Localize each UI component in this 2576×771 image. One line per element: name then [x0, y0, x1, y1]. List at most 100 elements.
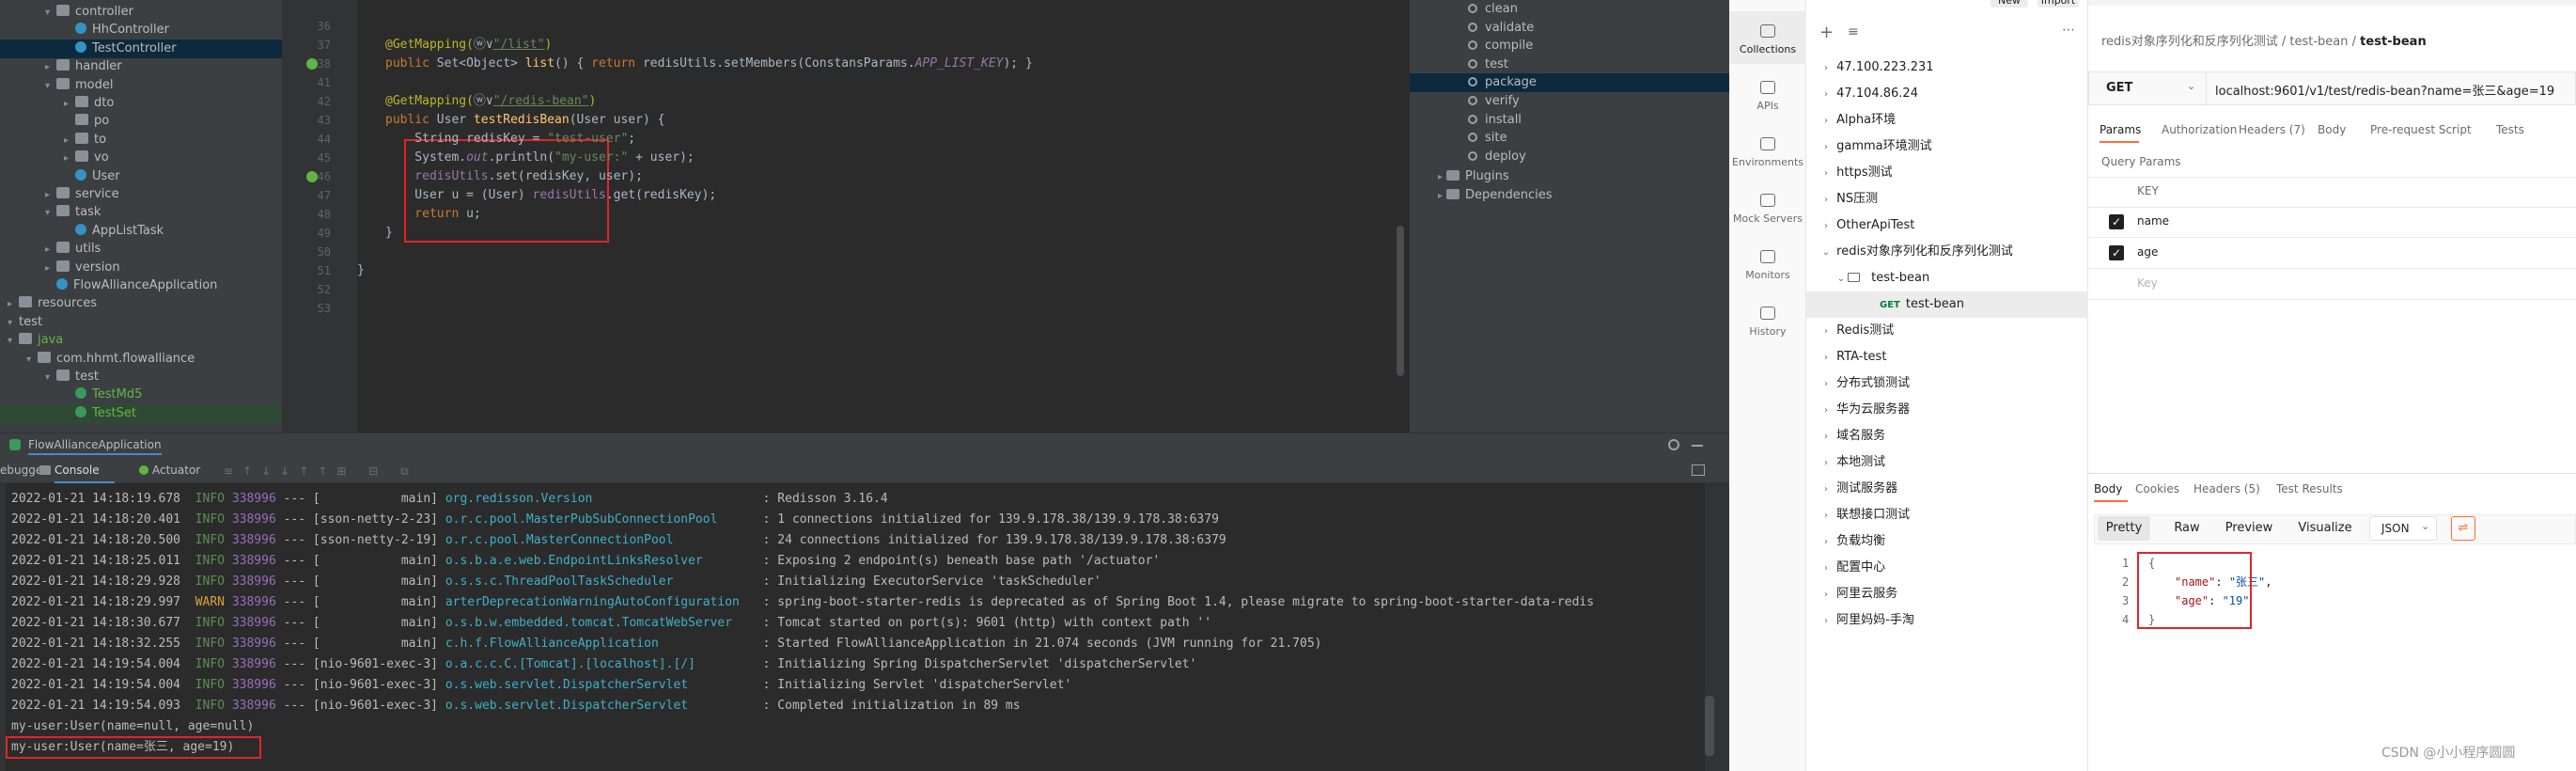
- param-key-placeholder[interactable]: Key: [2137, 276, 2158, 290]
- tree-item[interactable]: FlowAllianceApplication: [0, 276, 282, 295]
- tree-item[interactable]: ▾ model: [0, 76, 282, 95]
- maven-goal-validate[interactable]: validate: [1410, 19, 1729, 38]
- param-age-checkbox[interactable]: ✓: [2109, 245, 2124, 260]
- chevron-icon[interactable]: ▾: [8, 332, 19, 351]
- tree-item[interactable]: ▸ dto: [0, 94, 282, 113]
- response-view-visualize[interactable]: Visualize: [2289, 516, 2361, 541]
- collection-item[interactable]: › OtherApiTest: [1806, 212, 2088, 239]
- collection-item[interactable]: › 测试服务器: [1806, 476, 2088, 502]
- chevron-right-icon[interactable]: ›: [1819, 529, 1833, 556]
- gear-icon[interactable]: [1668, 439, 1679, 450]
- chevron-icon[interactable]: ▸: [45, 58, 56, 77]
- maven-goal-verify[interactable]: verify: [1410, 92, 1729, 111]
- collection-item[interactable]: GET test-bean: [1806, 291, 2088, 318]
- tab-actuator[interactable]: Actuator: [152, 457, 218, 483]
- tree-item[interactable]: ▸ resources: [0, 294, 282, 313]
- maven-goal-install[interactable]: install: [1410, 111, 1729, 130]
- chevron-right-icon[interactable]: ›: [1819, 582, 1833, 608]
- tree-item[interactable]: TestSet: [0, 403, 282, 423]
- tree-item[interactable]: ▾ test: [0, 313, 282, 332]
- chevron-right-icon[interactable]: ›: [1819, 345, 1833, 371]
- code-editor[interactable]: @GetMapping(ⓦ∨"/list") public Set<Object>…: [357, 0, 1410, 433]
- tree-item[interactable]: ▸ to: [0, 131, 282, 149]
- url-input[interactable]: localhost:9601/v1/test/redis-bean?name=张…: [2215, 81, 2554, 99]
- chevron-icon[interactable]: ▸: [64, 95, 75, 114]
- tree-item[interactable]: ▾ test: [0, 368, 282, 386]
- maven-goal-package[interactable]: package: [1410, 73, 1729, 93]
- sidebar-collections[interactable]: Collections: [1729, 11, 1806, 64]
- maven-goal-clean[interactable]: clean: [1410, 0, 1729, 19]
- chevron-right-icon[interactable]: ›: [1819, 213, 1833, 240]
- collection-item[interactable]: › NS压测: [1806, 186, 2088, 212]
- collection-item[interactable]: ⌄ redis对象序列化和反序列化测试: [1806, 239, 2088, 265]
- maven-goal-test[interactable]: test: [1410, 55, 1729, 74]
- collection-item[interactable]: › 域名服务: [1806, 423, 2088, 449]
- new-button[interactable]: New: [1991, 0, 2028, 8]
- chevron-down-icon[interactable]: ⌄: [2187, 80, 2195, 92]
- method-select[interactable]: GET: [2106, 81, 2132, 95]
- chevron-right-icon[interactable]: ›: [1819, 450, 1833, 477]
- chevron-right-icon[interactable]: ›: [1819, 503, 1833, 529]
- maven-goal-site[interactable]: site: [1410, 129, 1729, 148]
- tree-item[interactable]: ▾ com.hhmt.flowalliance: [0, 350, 282, 369]
- console-output[interactable]: 2022-01-21 14:18:19.678 INFO 338996 --- …: [0, 483, 1729, 771]
- chevron-icon[interactable]: ▾: [8, 314, 19, 333]
- layout-icon[interactable]: [1692, 464, 1705, 476]
- tree-item[interactable]: ▾ java: [0, 331, 282, 350]
- chevron-right-icon[interactable]: ›: [1819, 108, 1833, 134]
- breadcrumb-folder[interactable]: test-bean: [2289, 35, 2348, 49]
- maven-folder-dependencies[interactable]: ▸ Dependencies: [1410, 186, 1729, 205]
- maven-goal-deploy[interactable]: deploy: [1410, 148, 1729, 166]
- chevron-icon[interactable]: ▸: [45, 260, 56, 278]
- chevron-right-icon[interactable]: ›: [1819, 134, 1833, 161]
- chevron-right-icon[interactable]: ›: [1819, 187, 1833, 213]
- chevron-right-icon[interactable]: ›: [1819, 424, 1833, 450]
- collection-item[interactable]: › Redis测试: [1806, 318, 2088, 344]
- tree-item[interactable]: HhController: [0, 21, 282, 39]
- sidebar-apis[interactable]: APIs: [1729, 68, 1806, 120]
- response-tab-1[interactable]: Cookies: [2135, 482, 2179, 496]
- chevron-right-icon[interactable]: ›: [1819, 477, 1833, 503]
- collection-item[interactable]: › 配置中心: [1806, 555, 2088, 581]
- param-name-checkbox[interactable]: ✓: [2109, 214, 2124, 229]
- filter-icon[interactable]: ≡: [1848, 24, 1859, 39]
- response-tab-0[interactable]: Body: [2094, 482, 2122, 496]
- collection-item[interactable]: › 阿里云服务: [1806, 581, 2088, 607]
- response-view-raw[interactable]: Raw: [2163, 516, 2210, 541]
- run-gutter-icon[interactable]: [306, 58, 318, 70]
- add-icon[interactable]: +: [1819, 23, 1834, 42]
- format-select[interactable]: JSON ⌄: [2369, 516, 2437, 541]
- response-tab-3[interactable]: Test Results: [2276, 482, 2343, 496]
- run-app-name[interactable]: FlowAllianceApplication: [28, 438, 162, 455]
- more-icon[interactable]: ⋯: [2062, 23, 2075, 38]
- chevron-right-icon[interactable]: ›: [1819, 556, 1833, 582]
- request-tab-3[interactable]: Body: [2318, 123, 2346, 136]
- collection-item[interactable]: › https测试: [1806, 160, 2088, 186]
- tree-item[interactable]: ▸ vo: [0, 149, 282, 167]
- chevron-icon[interactable]: ▸: [64, 149, 75, 168]
- tree-item[interactable]: ▸ version: [0, 259, 282, 277]
- tree-item[interactable]: User: [0, 167, 282, 186]
- collection-item[interactable]: › 47.100.223.231: [1806, 55, 2088, 81]
- chevron-down-icon[interactable]: ⌄: [1834, 266, 1848, 292]
- response-tab-2[interactable]: Headers (5): [2194, 482, 2260, 496]
- tree-item[interactable]: ▸ utils: [0, 240, 282, 259]
- minimize-icon[interactable]: [1692, 445, 1703, 447]
- sidebar-history[interactable]: History: [1729, 293, 1806, 346]
- import-button[interactable]: Import: [2037, 0, 2079, 8]
- collection-item[interactable]: › 47.104.86.24: [1806, 81, 2088, 107]
- tree-item[interactable]: po: [0, 112, 282, 131]
- response-view-preview[interactable]: Preview: [2220, 516, 2278, 541]
- collection-item[interactable]: ⌄ test-bean: [1806, 265, 2088, 291]
- chevron-icon[interactable]: ▾: [45, 369, 56, 387]
- response-view-pretty[interactable]: Pretty: [2098, 516, 2150, 541]
- sidebar-monitors[interactable]: Monitors: [1729, 237, 1806, 290]
- chevron-right-icon[interactable]: ›: [1819, 608, 1833, 635]
- chevron-right-icon[interactable]: ›: [1819, 55, 1833, 82]
- breadcrumb-request[interactable]: test-bean: [2360, 35, 2427, 49]
- chevron-right-icon[interactable]: ›: [1819, 82, 1833, 108]
- collection-item[interactable]: › 本地测试: [1806, 449, 2088, 476]
- collection-item[interactable]: › 联想接口测试: [1806, 502, 2088, 528]
- sidebar-mock-servers[interactable]: Mock Servers: [1729, 181, 1806, 233]
- tab-debugger[interactable]: ebugger: [0, 457, 47, 483]
